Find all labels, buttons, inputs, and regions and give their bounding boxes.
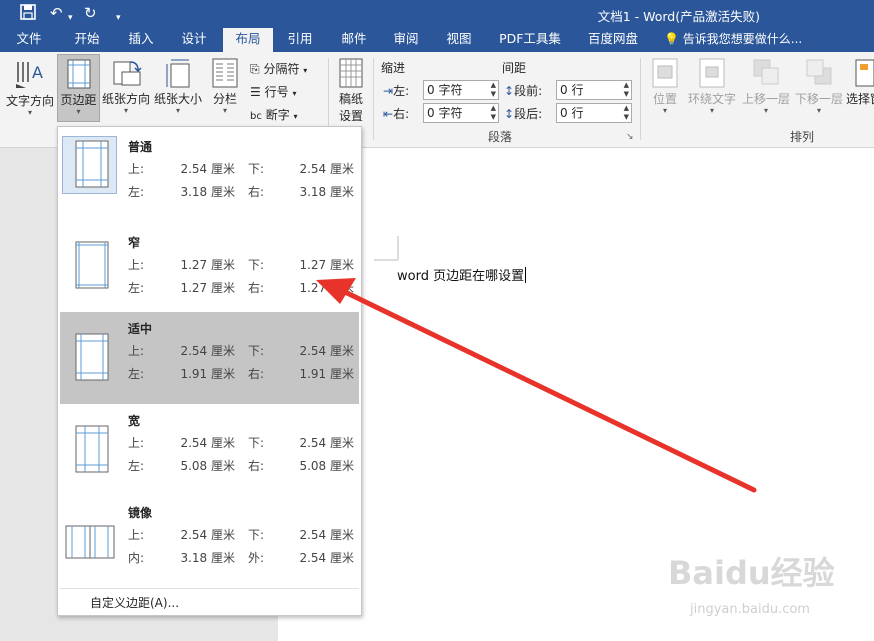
annotation-arrow [316,278,757,493]
annotation-arrow-shaft [342,289,757,493]
annotation-arrow-head [316,278,356,304]
